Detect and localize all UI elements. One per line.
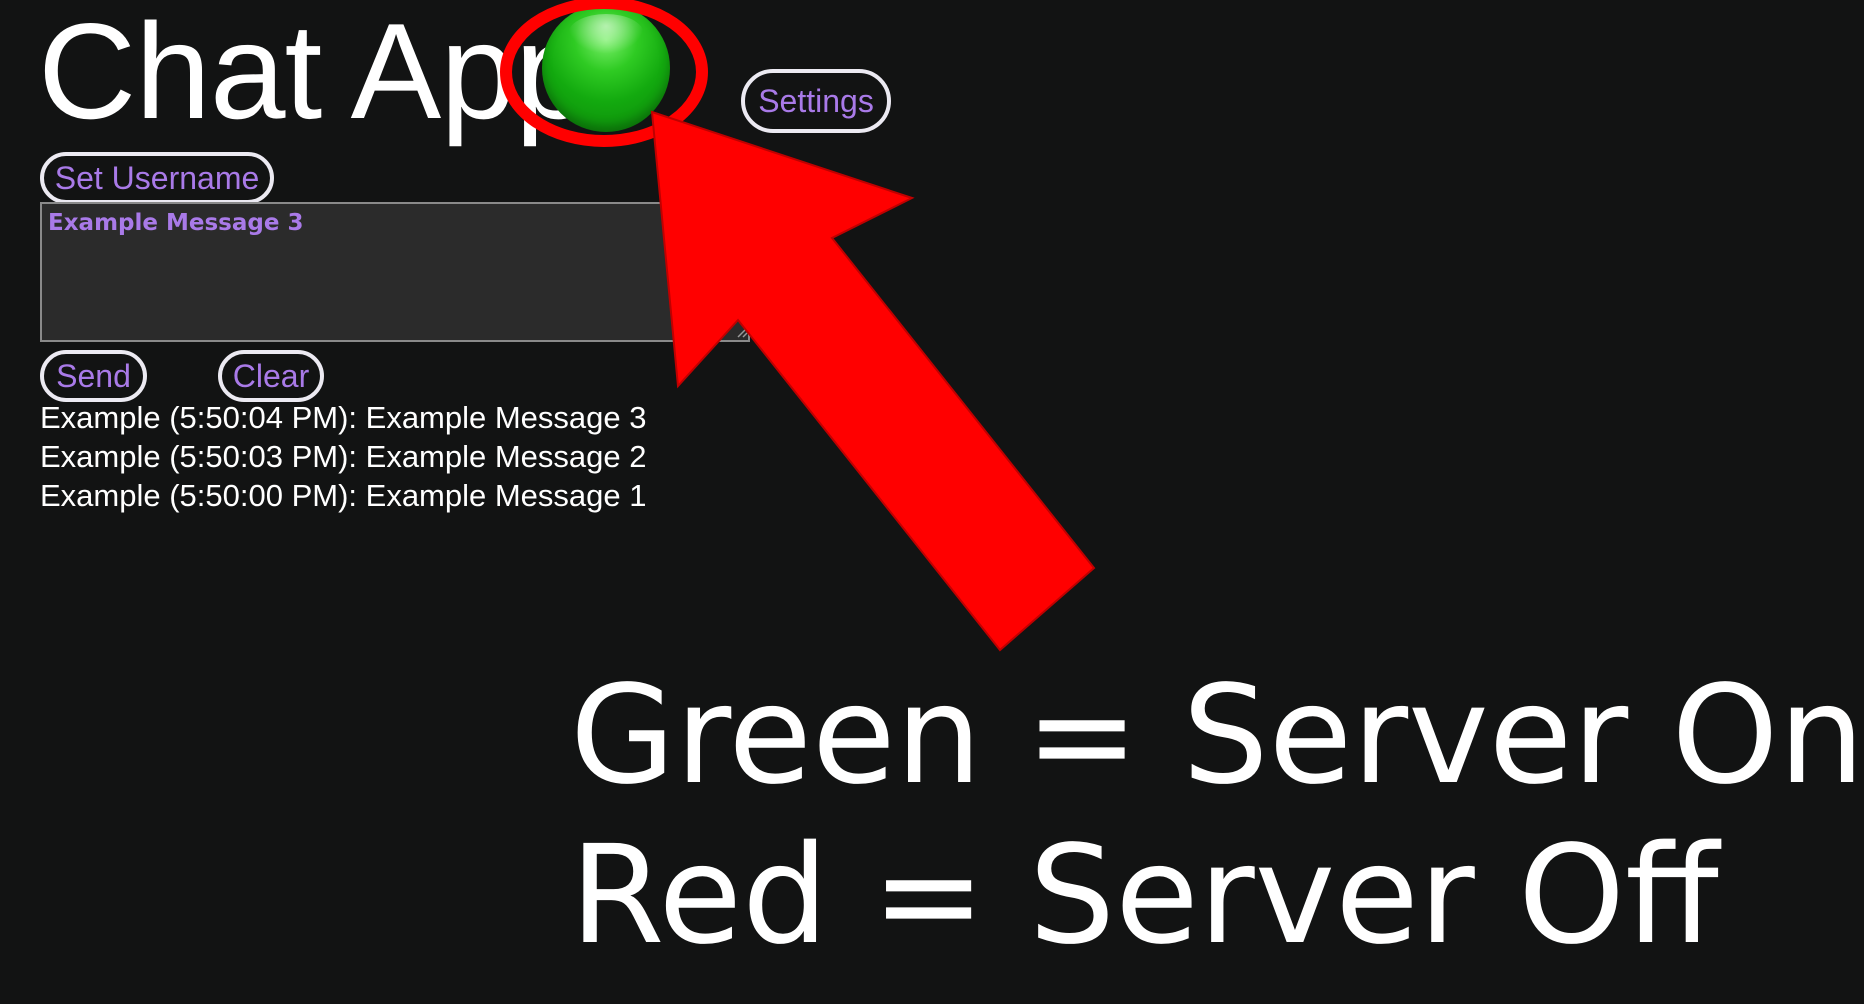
message-list: Example (5:50:04 PM): Example Message 3 … xyxy=(40,398,647,515)
app-title: Chat App xyxy=(38,0,591,147)
resize-grip-icon[interactable] xyxy=(736,326,748,338)
send-button[interactable]: Send xyxy=(40,350,147,402)
legend-green: Green = Server On xyxy=(570,657,1864,815)
set-username-button[interactable]: Set Username xyxy=(40,152,274,204)
message-item: Example (5:50:00 PM): Example Message 1 xyxy=(40,478,647,513)
legend-red: Red = Server Off xyxy=(570,817,1719,975)
message-item: Example (5:50:03 PM): Example Message 2 xyxy=(40,439,647,474)
clear-button[interactable]: Clear xyxy=(218,350,324,402)
message-item: Example (5:50:04 PM): Example Message 3 xyxy=(40,400,647,435)
message-input[interactable]: Example Message 3 xyxy=(40,202,750,342)
pointer-arrow-icon xyxy=(650,110,1096,652)
settings-button[interactable]: Settings xyxy=(741,69,891,133)
server-status-indicator xyxy=(542,4,670,132)
chat-app-screen: Chat App Settings Set Username Example M… xyxy=(0,0,1864,1004)
status-legend: Green = Server On Red = Server Off xyxy=(570,656,1864,976)
